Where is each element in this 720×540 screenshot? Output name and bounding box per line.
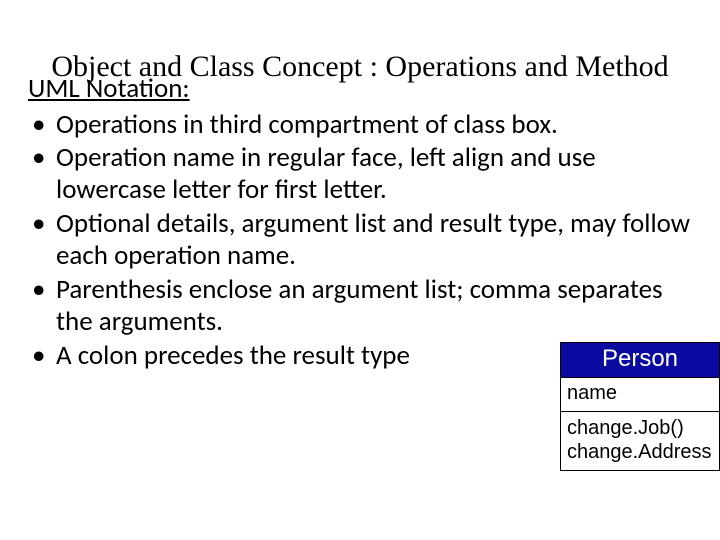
list-item: Optional details, argument list and resu…: [28, 208, 692, 272]
uml-operation: change.Address: [567, 440, 713, 464]
uml-class-box: Person name change.Job() change.Address: [560, 342, 720, 471]
list-item: Parenthesis enclose an argument list; co…: [28, 274, 692, 338]
uml-attribute: name: [561, 378, 719, 412]
bullet-list: Operations in third compartment of class…: [28, 109, 692, 372]
list-item: Operations in third compartment of class…: [28, 109, 692, 141]
list-item: Operation name in regular face, left ali…: [28, 142, 692, 206]
uml-operation: change.Job(): [567, 416, 713, 440]
uml-class-name: Person: [561, 343, 719, 378]
slide: Object and Class Concept : Operations an…: [0, 0, 720, 540]
uml-operations: change.Job() change.Address: [561, 412, 719, 470]
